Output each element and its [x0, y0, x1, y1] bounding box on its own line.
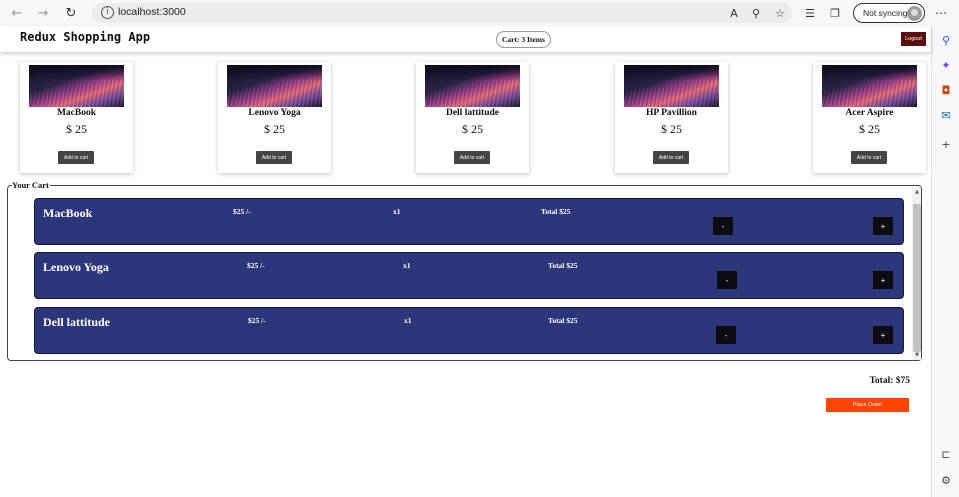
product-price: $ 25	[264, 122, 285, 136]
cart-item-quantity: x1	[404, 316, 412, 325]
edge-sidebar: ⚲ ✦ ◘ ✉ + ⊏ ⚙	[931, 26, 959, 497]
cart-item-quantity: x1	[403, 261, 411, 270]
product-card: HP Pavillion $ 25 Add to cart	[615, 62, 728, 173]
add-to-cart-button[interactable]: Add to cart	[851, 151, 887, 164]
collections-icon[interactable]: ❐	[826, 4, 844, 22]
browser-toolbar: ← → ↻ i localhost:3000 A ⚲ ☆ ☰ ❐ Not syn…	[0, 0, 959, 26]
back-icon[interactable]: ←	[8, 4, 26, 22]
favorites-list-icon[interactable]: ☰	[801, 4, 819, 22]
cart-item: MacBook $25 /- x1 Total $25 - +	[34, 198, 904, 245]
profile-sync-button[interactable]: Not syncing	[853, 3, 925, 23]
scroll-up-arrow-icon[interactable]: ▲	[913, 188, 921, 196]
forward-icon[interactable]: →	[34, 4, 52, 22]
product-image	[822, 65, 917, 107]
cart-item-total: Total $25	[541, 207, 571, 216]
decrease-quantity-button[interactable]: -	[716, 326, 736, 344]
product-name: Acer Aspire	[845, 108, 894, 118]
logout-button[interactable]: Logout	[901, 32, 926, 46]
add-to-cart-button[interactable]: Add to cart	[454, 151, 490, 164]
product-name: HP Pavillion	[646, 108, 697, 118]
product-name: Lenovo Yoga	[248, 108, 301, 118]
product-card: Acer Aspire $ 25 Add to cart	[813, 62, 926, 173]
product-image	[227, 65, 322, 107]
address-bar[interactable]: i localhost:3000	[92, 3, 792, 23]
app-title: Redux Shopping App	[20, 30, 151, 44]
cart-item-unit-price: $25 /-	[233, 207, 251, 216]
cart-item-unit-price: $25 /-	[248, 316, 266, 325]
cart-item-name: Dell lattitude	[43, 315, 110, 329]
cart-section: Your Cart MacBook $25 /- x1 Total $25 - …	[7, 181, 922, 361]
product-image	[29, 65, 124, 107]
favorite-star-icon[interactable]: ☆	[771, 4, 789, 22]
decrease-quantity-button[interactable]: -	[713, 217, 733, 235]
cart-item-name: Lenovo Yoga	[43, 260, 109, 274]
product-price: $ 25	[859, 122, 880, 136]
url-text: localhost:3000	[118, 6, 186, 18]
product-price: $ 25	[462, 122, 483, 136]
product-image	[624, 65, 719, 107]
outlook-icon[interactable]: ✉	[938, 107, 954, 123]
cart-scroll-area[interactable]: MacBook $25 /- x1 Total $25 - + Lenovo Y…	[9, 187, 921, 360]
profile-avatar-icon	[907, 6, 922, 21]
add-to-cart-button[interactable]: Add to cart	[58, 151, 94, 164]
product-price: $ 25	[661, 122, 682, 136]
place-order-button[interactable]: Place Order	[826, 398, 909, 412]
cart-item-unit-price: $25 /-	[247, 261, 265, 270]
settings-gear-icon[interactable]: ⚙	[938, 472, 954, 488]
cart-item-total: Total $25	[548, 316, 578, 325]
scroll-down-arrow-icon[interactable]: ▼	[913, 351, 921, 359]
sync-label: Not syncing	[863, 8, 908, 18]
more-menu-icon[interactable]: ⋯	[932, 4, 950, 22]
hide-sidebar-icon[interactable]: ⊏	[938, 446, 954, 462]
add-to-cart-button[interactable]: Add to cart	[653, 151, 689, 164]
scroll-thumb[interactable]	[913, 204, 921, 352]
add-sidebar-app-icon[interactable]: +	[938, 136, 954, 152]
read-aloud-icon[interactable]: A	[725, 4, 743, 22]
add-to-cart-button[interactable]: Add to cart	[256, 151, 292, 164]
cart-item: Dell lattitude $25 /- x1 Total $25 - +	[34, 307, 904, 354]
cart-item-quantity: x1	[393, 207, 401, 216]
increase-quantity-button[interactable]: +	[873, 326, 893, 344]
product-name: Dell lattitude	[445, 108, 500, 118]
site-info-icon[interactable]: i	[101, 6, 114, 19]
cart-scrollbar[interactable]: ▲ ▼	[912, 187, 921, 360]
product-card: Lenovo Yoga $ 25 Add to cart	[218, 62, 331, 173]
grand-total: Total: $75	[869, 376, 910, 386]
copilot-icon[interactable]: ✦	[938, 57, 954, 73]
app-viewport: Redux Shopping App Cart: 3 Items Logout …	[0, 26, 931, 497]
cart-item: Lenovo Yoga $25 /- x1 Total $25 - +	[34, 252, 904, 299]
office-icon[interactable]: ◘	[938, 82, 954, 98]
product-image	[425, 65, 520, 107]
increase-quantity-button[interactable]: +	[873, 217, 893, 235]
app-header: Redux Shopping App Cart: 3 Items Logout	[0, 26, 931, 52]
cart-count-button[interactable]: Cart: 3 Items	[496, 31, 551, 48]
decrease-quantity-button[interactable]: -	[717, 271, 737, 289]
product-price: $ 25	[66, 122, 87, 136]
product-card: Dell lattitude $ 25 Add to cart	[416, 62, 529, 173]
product-card: MacBook $ 25 Add to cart	[20, 62, 133, 173]
refresh-icon[interactable]: ↻	[62, 4, 80, 22]
product-name: MacBook	[56, 108, 97, 118]
search-icon[interactable]: ⚲	[938, 32, 954, 48]
cart-item-name: MacBook	[43, 206, 93, 220]
cart-item-total: Total $25	[548, 261, 578, 270]
increase-quantity-button[interactable]: +	[873, 271, 893, 289]
zoom-icon[interactable]: ⚲	[747, 4, 765, 22]
